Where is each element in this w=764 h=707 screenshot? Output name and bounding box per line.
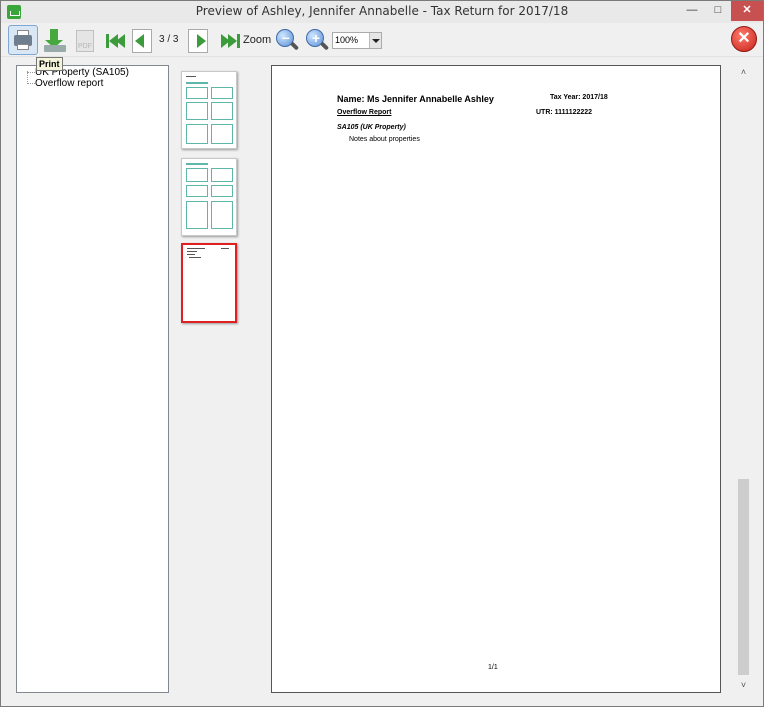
thumb-box bbox=[211, 124, 233, 144]
notes-text: Notes about properties bbox=[349, 136, 420, 143]
zoom-out-button[interactable]: − bbox=[273, 27, 301, 55]
close-preview-button[interactable]: ✕ bbox=[731, 26, 757, 52]
thumb-text bbox=[187, 251, 197, 252]
download-icon bbox=[45, 29, 63, 48]
thumb-text bbox=[221, 248, 229, 249]
minimize-button[interactable]: — bbox=[679, 1, 705, 21]
toolbar: PDF 3 / 3 Zoom − + 100% ✕ bbox=[1, 23, 763, 57]
first-page-button[interactable] bbox=[101, 27, 129, 55]
page-number: 1/1 bbox=[488, 664, 498, 671]
thumb-text bbox=[187, 254, 195, 255]
thumb-box bbox=[211, 102, 233, 120]
pdf-icon: PDF bbox=[76, 30, 94, 52]
next-page-button[interactable] bbox=[185, 27, 213, 55]
page-counter: 3 / 3 bbox=[159, 34, 179, 45]
section-tree: UK Property (SA105) Overflow report bbox=[16, 65, 169, 693]
next-arrow-icon bbox=[197, 34, 206, 48]
tax-year: Tax Year: 2017/18 bbox=[550, 94, 608, 101]
thumb-text bbox=[189, 257, 201, 258]
thumb-box bbox=[211, 201, 233, 229]
tree-item-overflow-report[interactable]: Overflow report bbox=[35, 78, 103, 89]
zoom-in-button[interactable]: + bbox=[303, 27, 331, 55]
thumb-line bbox=[186, 163, 208, 165]
export-pdf-button[interactable]: PDF bbox=[71, 27, 99, 55]
utr-number: UTR: 1111122222 bbox=[536, 109, 593, 116]
zoom-label: Zoom bbox=[243, 34, 272, 46]
thumb-box bbox=[211, 168, 233, 182]
page-thumbnail-2[interactable] bbox=[181, 158, 237, 236]
print-button[interactable] bbox=[8, 25, 38, 55]
printer-output-tray bbox=[17, 44, 29, 50]
document-viewport: Name: Ms Jennifer Annabelle Ashley Tax Y… bbox=[271, 65, 753, 693]
document-page: Name: Ms Jennifer Annabelle Ashley Tax Y… bbox=[271, 65, 721, 693]
window-close-button[interactable]: ✕ bbox=[731, 1, 763, 21]
maximize-button[interactable]: □ bbox=[705, 1, 731, 21]
thumb-box bbox=[186, 201, 208, 229]
previous-arrow-icon bbox=[135, 34, 144, 48]
page-thumbnail-1[interactable] bbox=[181, 71, 237, 149]
page-thumbnail-3[interactable] bbox=[181, 243, 237, 323]
window-title: Preview of Ashley, Jennifer Annabelle - … bbox=[195, 4, 569, 18]
print-tooltip: Print bbox=[36, 57, 63, 71]
chevron-down-icon[interactable] bbox=[369, 33, 381, 48]
thumb-box bbox=[211, 185, 233, 197]
scroll-thumb[interactable] bbox=[738, 479, 749, 675]
thumb-text bbox=[186, 76, 196, 77]
magnifier-handle bbox=[289, 41, 300, 51]
save-tray bbox=[44, 45, 66, 52]
previous-page-button[interactable] bbox=[129, 27, 157, 55]
zoom-value: 100% bbox=[335, 35, 359, 45]
report-title: Overflow Report bbox=[337, 109, 392, 116]
taxpayer-name: Name: Ms Jennifer Annabelle Ashley bbox=[337, 94, 494, 104]
last-page-bar bbox=[237, 34, 240, 48]
thumb-box bbox=[186, 87, 208, 99]
vertical-scrollbar[interactable]: ˄ ˅ bbox=[736, 65, 751, 693]
last-page-icon-second bbox=[228, 34, 237, 48]
tree-connector bbox=[27, 83, 35, 84]
save-button[interactable] bbox=[41, 27, 69, 55]
thumb-box bbox=[186, 102, 208, 120]
section-heading: SA105 (UK Property) bbox=[337, 124, 406, 131]
preview-window: Preview of Ashley, Jennifer Annabelle - … bbox=[0, 0, 764, 707]
title-bar: Preview of Ashley, Jennifer Annabelle - … bbox=[1, 1, 763, 23]
thumb-box bbox=[186, 185, 208, 197]
first-page-icon-second bbox=[116, 34, 125, 48]
last-page-button[interactable] bbox=[217, 27, 245, 55]
thumb-box bbox=[186, 124, 208, 144]
scroll-up-icon[interactable]: ˄ bbox=[736, 65, 751, 80]
thumb-box bbox=[211, 87, 233, 99]
tree-connector bbox=[27, 72, 35, 73]
scroll-down-icon[interactable]: ˅ bbox=[736, 678, 751, 693]
magnifier-handle bbox=[319, 41, 330, 51]
thumb-line bbox=[186, 82, 208, 84]
zoom-select[interactable]: 100% bbox=[332, 32, 382, 49]
thumb-box bbox=[186, 168, 208, 182]
thumb-text bbox=[187, 248, 205, 249]
